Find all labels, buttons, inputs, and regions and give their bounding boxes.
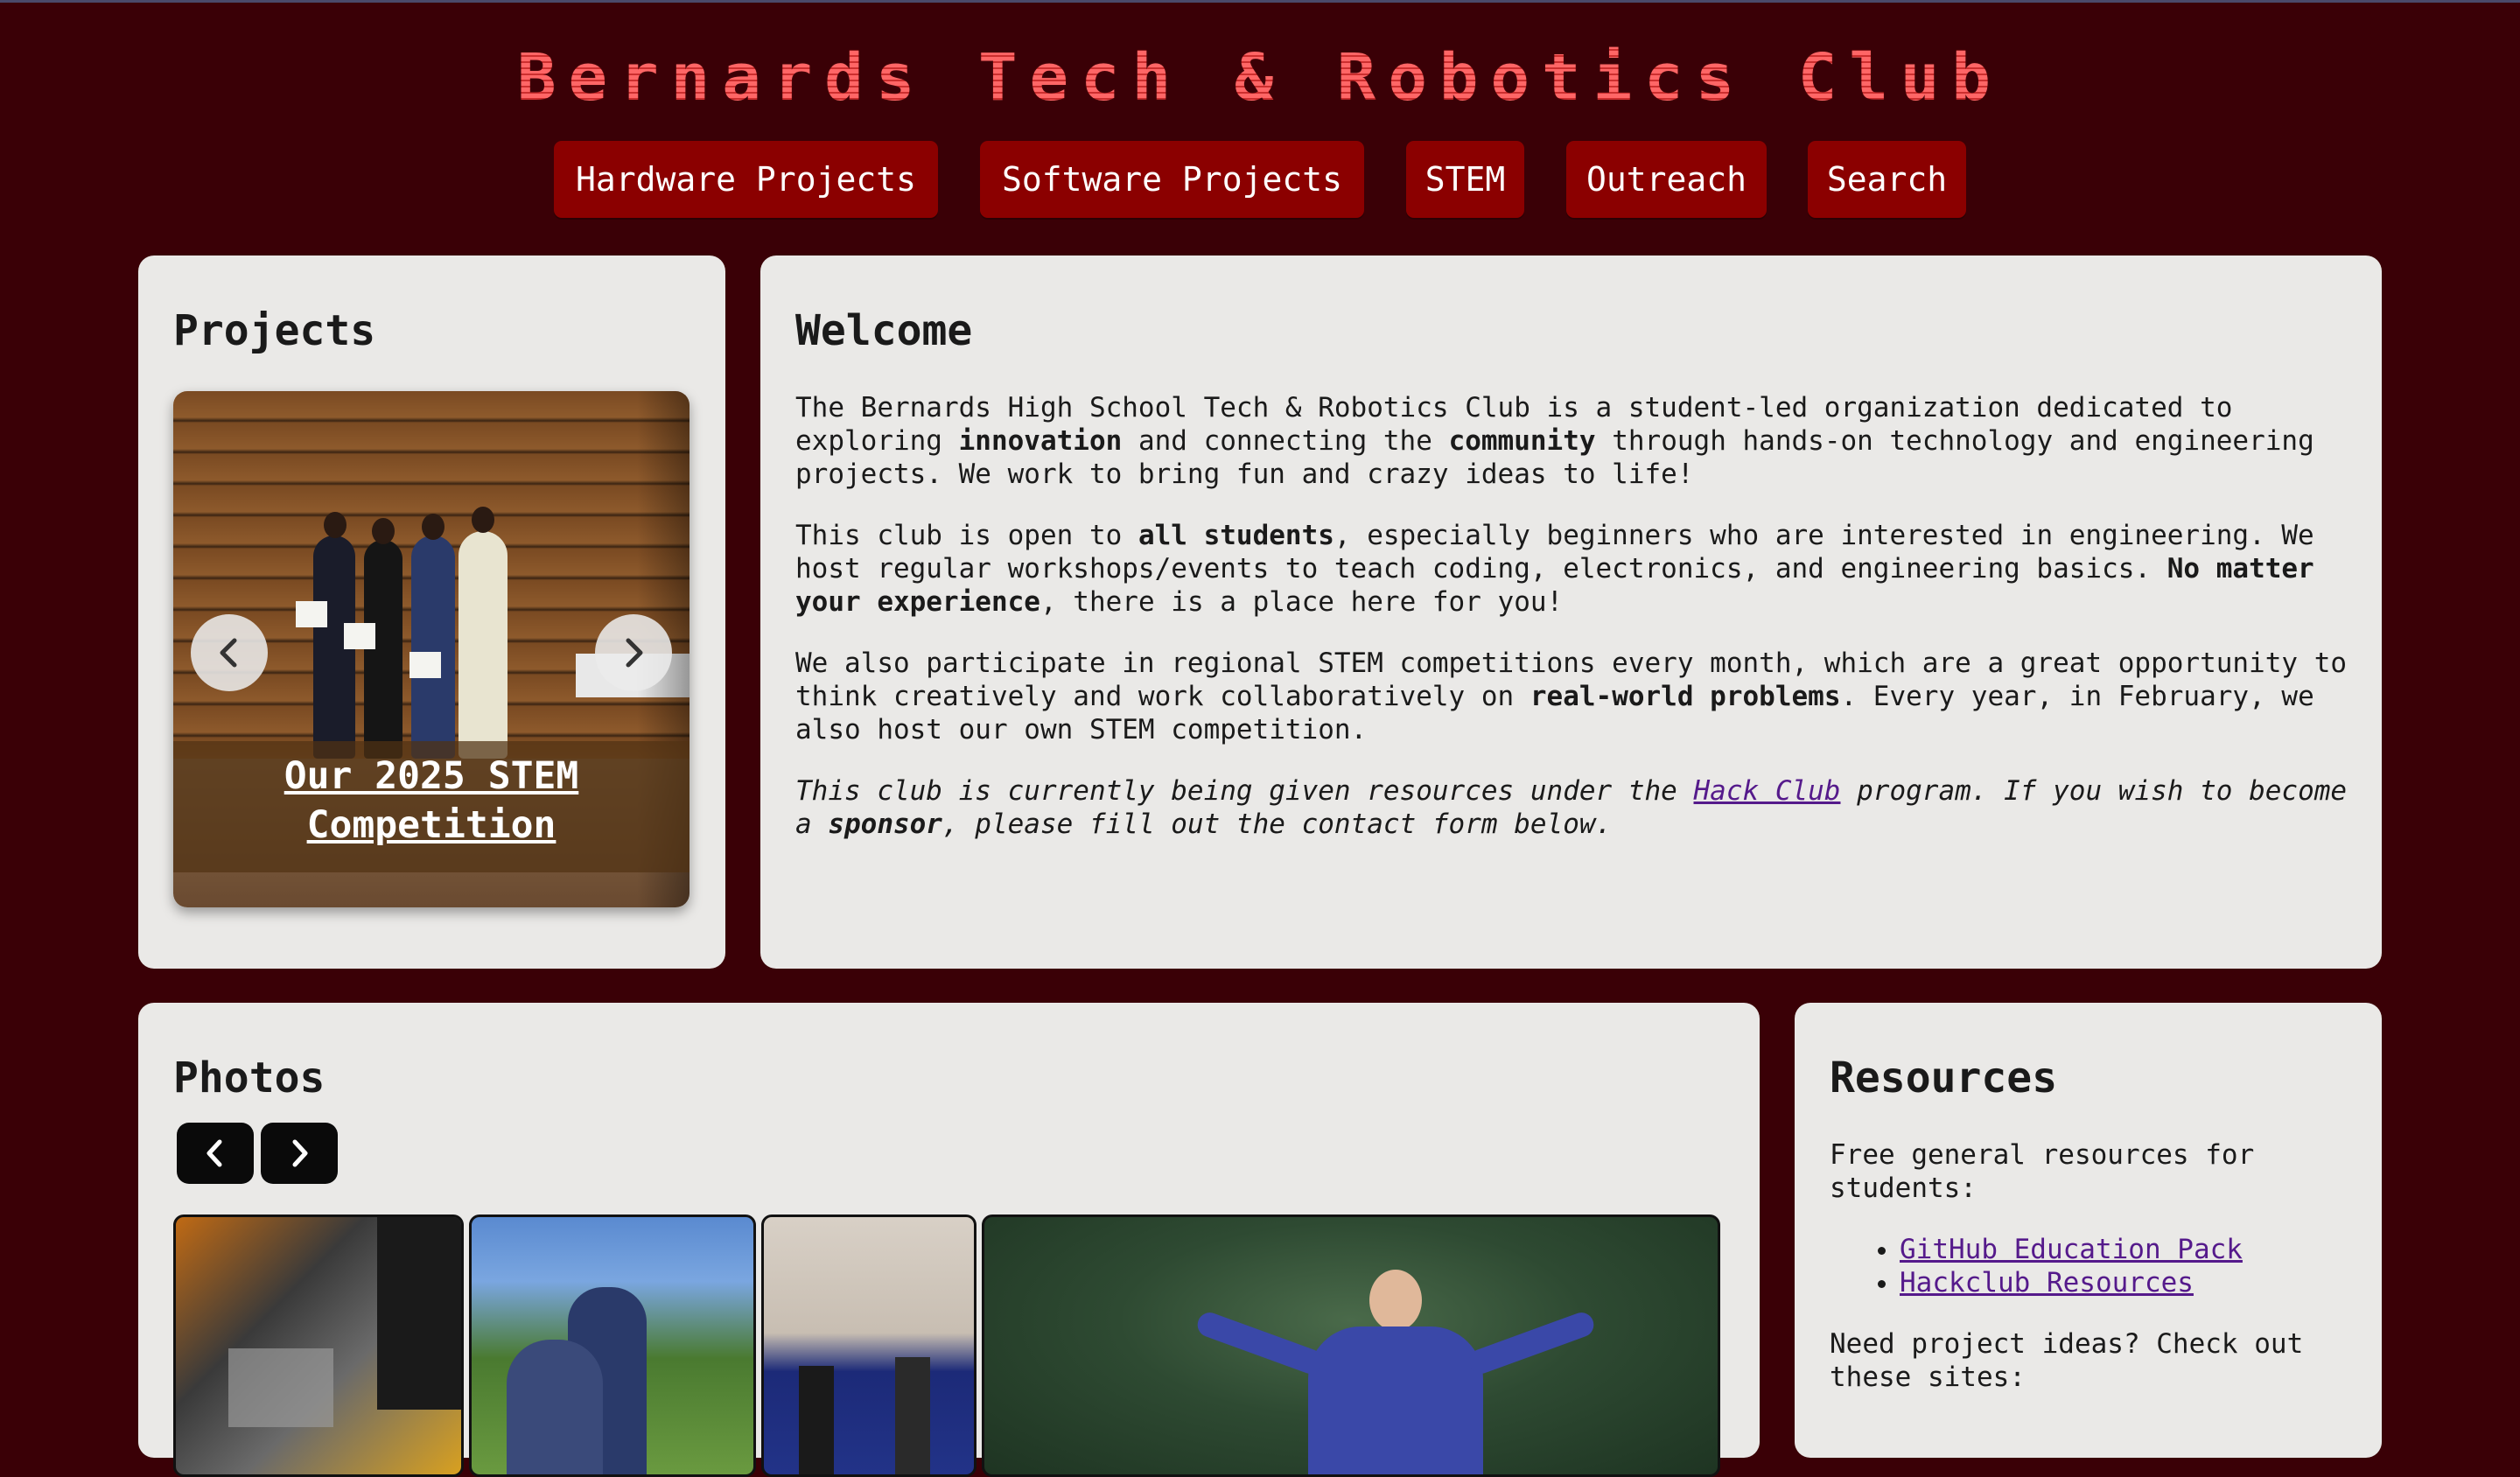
list-item: GitHub Education Pack — [1900, 1233, 2243, 1266]
photo-person — [895, 1357, 930, 1474]
welcome-card: Welcome The Bernards High School Tech & … — [760, 256, 2382, 969]
text: and connecting the — [1122, 425, 1449, 457]
welcome-heading: Welcome — [795, 306, 973, 355]
chevron-left-icon — [206, 1139, 222, 1167]
photo-gym-presentation[interactable] — [761, 1214, 976, 1477]
photo-robotics-field[interactable] — [173, 1214, 464, 1477]
nav-software-projects[interactable]: Software Projects — [980, 141, 1364, 218]
resources-card: Resources Free general resources for stu… — [1795, 1003, 2382, 1458]
text: , there is a place here for you! — [1040, 586, 1564, 618]
welcome-paragraph-4: This club is currently being given resou… — [795, 774, 2353, 841]
list-item: Hackclub Resources — [1900, 1266, 2243, 1299]
resources-list: GitHub Education Pack Hackclub Resources — [1830, 1233, 2243, 1299]
slide-person — [364, 540, 402, 759]
welcome-paragraph-3: We also participate in regional STEM com… — [795, 647, 2353, 746]
photos-card: Photos — [138, 1003, 1760, 1477]
resources-heading: Resources — [1830, 1054, 2058, 1102]
photos-next-button[interactable] — [261, 1123, 338, 1184]
photos-prev-button[interactable] — [177, 1123, 254, 1184]
slide-person-head — [372, 518, 395, 544]
nav-search[interactable]: Search — [1808, 141, 1966, 218]
slide-paper — [296, 601, 327, 627]
github-education-link[interactable]: GitHub Education Pack — [1900, 1234, 2243, 1265]
photo-arm — [1194, 1309, 1326, 1377]
emphasis: sponsor — [828, 808, 942, 840]
photos-heading: Photos — [173, 1054, 326, 1102]
carousel-next-button[interactable] — [595, 614, 672, 691]
emphasis: real-world problems — [1530, 681, 1841, 712]
photo-student-outdoors[interactable] — [982, 1214, 1720, 1477]
welcome-paragraph-2: This club is open to all students, espec… — [795, 519, 2353, 619]
projects-carousel[interactable]: Our 2025 STEM Competition — [173, 391, 690, 907]
slide-person-head — [324, 512, 346, 538]
slide-person-head — [422, 514, 444, 540]
photo-person-head — [1369, 1270, 1422, 1331]
photo-person — [507, 1340, 603, 1474]
photo-outdoor-event[interactable] — [469, 1214, 756, 1477]
slide-paper — [344, 623, 375, 649]
slide-caption-line1: Our 2025 STEM — [284, 754, 579, 798]
slide-person — [458, 531, 508, 759]
photo-robot — [228, 1348, 333, 1427]
photo-person — [1308, 1326, 1483, 1474]
main-nav: Hardware Projects Software Projects STEM… — [0, 141, 2520, 218]
nav-hardware-projects[interactable]: Hardware Projects — [554, 141, 938, 218]
emphasis: all students — [1138, 520, 1334, 551]
projects-heading: Projects — [173, 306, 376, 355]
photo-person — [377, 1217, 461, 1410]
welcome-paragraph-1: The Bernards High School Tech & Robotics… — [795, 391, 2353, 491]
site-title: Bernards Tech & Robotics Club — [0, 38, 2520, 117]
photo-arm — [1465, 1309, 1598, 1377]
resources-intro: Free general resources for students: — [1830, 1139, 2255, 1204]
nav-stem[interactable]: STEM — [1406, 141, 1524, 218]
slide-person — [411, 536, 455, 759]
carousel-prev-button[interactable] — [191, 614, 268, 691]
chevron-right-icon — [626, 638, 643, 668]
slide-caption-link[interactable]: Our 2025 STEM Competition — [173, 752, 690, 850]
text: This club is open to — [795, 520, 1138, 551]
text: This club is currently being given resou… — [795, 775, 1694, 807]
photo-person — [799, 1366, 834, 1474]
hack-club-link[interactable]: Hack Club — [1694, 775, 1841, 807]
resources-ideas: Need project ideas? Check out these site… — [1830, 1328, 2304, 1393]
nav-outreach[interactable]: Outreach — [1566, 141, 1767, 218]
chevron-right-icon — [292, 1139, 308, 1167]
slide-person-head — [472, 507, 494, 533]
emphasis: innovation — [958, 425, 1123, 457]
text: , please fill out the contact form below… — [942, 808, 1613, 840]
top-border — [0, 0, 2520, 3]
slide-paper — [410, 652, 441, 678]
emphasis: community — [1448, 425, 1596, 457]
hackclub-resources-link[interactable]: Hackclub Resources — [1900, 1267, 2194, 1298]
slide-caption-line2: Competition — [306, 803, 556, 847]
chevron-left-icon — [220, 638, 237, 668]
projects-card: Projects Our 2025 STEM Competition — [138, 256, 725, 969]
